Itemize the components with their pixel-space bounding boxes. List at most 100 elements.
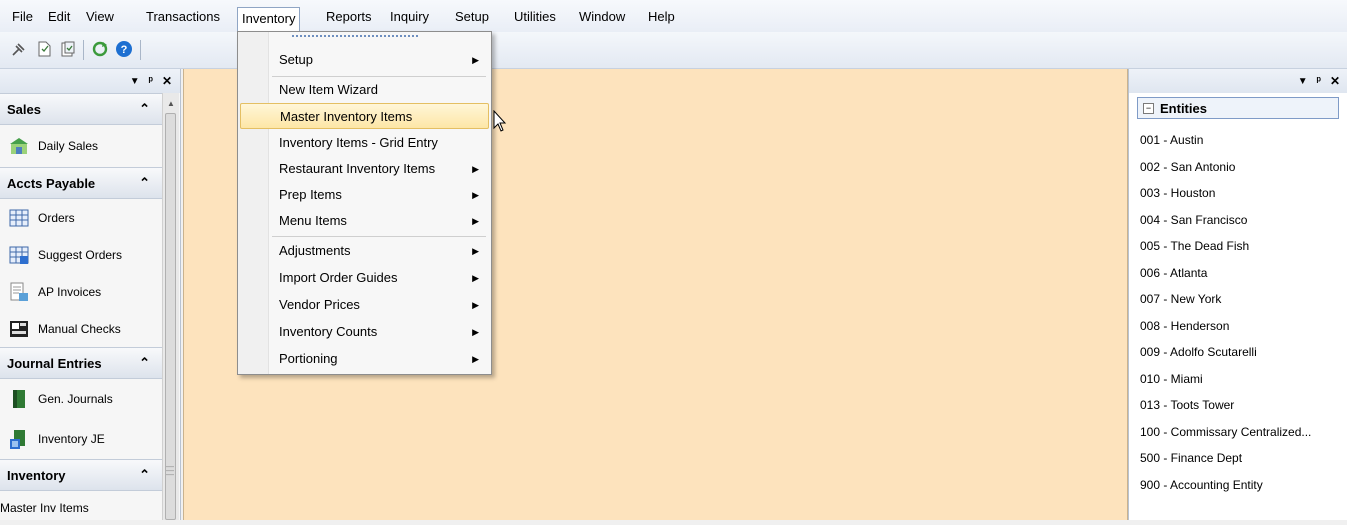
group-accts-payable-title: Accts Payable: [7, 175, 96, 191]
panel-close-icon[interactable]: ✕: [1330, 74, 1340, 88]
group-sales-title: Sales: [7, 101, 41, 117]
navigation-scrollbar[interactable]: ▲ — — —: [162, 93, 179, 520]
menu-item-new-item-wizard[interactable]: New Item Wizard: [240, 77, 489, 103]
menu-item-master-inventory-items[interactable]: Master Inventory Items: [240, 103, 489, 129]
entities-list: 001 - Austin 002 - San Antonio 003 - Hou…: [1140, 127, 1346, 498]
menu-item-inventory-counts[interactable]: Inventory Counts ▶: [240, 319, 489, 345]
panel-close-icon[interactable]: ✕: [162, 74, 172, 88]
menu-help[interactable]: Help: [644, 8, 679, 26]
nav-item-label: Daily Sales: [38, 139, 99, 153]
entity-row[interactable]: 005 - The Dead Fish: [1140, 233, 1346, 260]
menu-inventory[interactable]: Inventory: [237, 7, 301, 32]
entities-panel: ▼ ᵖ ✕ − Entities 001 - Austin 002 - San …: [1128, 69, 1347, 520]
menu-item-prep-items[interactable]: Prep Items ▶: [240, 182, 489, 208]
entity-row[interactable]: 006 - Atlanta: [1140, 260, 1346, 287]
nav-item-label: Gen. Journals: [38, 392, 113, 406]
menu-item-menu-items[interactable]: Menu Items ▶: [240, 208, 489, 234]
nav-item-orders[interactable]: Orders: [0, 199, 162, 236]
shop-icon: [10, 138, 28, 154]
collapse-chevron-icon[interactable]: ⌃: [139, 175, 150, 191]
menu-item-label: New Item Wizard: [279, 82, 378, 97]
entity-row[interactable]: 013 - Toots Tower: [1140, 392, 1346, 419]
entity-row[interactable]: 900 - Accounting Entity: [1140, 472, 1346, 499]
entity-row[interactable]: 003 - Houston: [1140, 180, 1346, 207]
entity-row[interactable]: 002 - San Antonio: [1140, 154, 1346, 181]
group-inventory-title: Inventory: [7, 467, 66, 483]
entity-row[interactable]: 008 - Henderson: [1140, 313, 1346, 340]
menu-view[interactable]: View: [82, 8, 118, 26]
menu-item-label: Portioning: [279, 351, 338, 366]
group-inventory[interactable]: Inventory ⌃: [0, 459, 162, 491]
nav-item-gen-journals[interactable]: Gen. Journals: [0, 379, 162, 419]
nav-item-suggest-orders[interactable]: Suggest Orders: [0, 236, 162, 273]
menu-item-adjustments[interactable]: Adjustments ▶: [240, 238, 489, 264]
menu-item-inventory-items-grid-entry[interactable]: Inventory Items - Grid Entry: [240, 130, 489, 156]
group-journal-entries[interactable]: Journal Entries ⌃: [0, 347, 162, 379]
group-accts-payable[interactable]: Accts Payable ⌃: [0, 167, 162, 199]
invoice-icon: [10, 282, 28, 301]
nav-item-label: Suggest Orders: [38, 247, 123, 262]
journal-icon: [13, 390, 25, 408]
submenu-arrow-icon: ▶: [472, 164, 479, 174]
panel-pin-icon[interactable]: ᵖ: [1317, 75, 1321, 87]
collapse-chevron-icon[interactable]: ⌃: [139, 101, 150, 117]
menu-item-label: Vendor Prices: [279, 297, 360, 312]
menu-reports[interactable]: Reports: [322, 8, 376, 26]
new-document-icon[interactable]: [34, 38, 54, 60]
refresh-icon[interactable]: [90, 38, 110, 60]
entity-row[interactable]: 100 - Commissary Centralized...: [1140, 419, 1346, 446]
menu-item-import-order-guides[interactable]: Import Order Guides ▶: [240, 265, 489, 291]
entity-row[interactable]: 500 - Finance Dept: [1140, 445, 1346, 472]
menu-item-label: Inventory Items - Grid Entry: [279, 135, 438, 150]
toolbar: ?: [0, 32, 1347, 69]
entities-header[interactable]: − Entities: [1137, 97, 1339, 119]
nav-item-inventory-je[interactable]: Inventory JE: [0, 419, 162, 459]
nav-item-ap-invoices[interactable]: AP Invoices: [0, 273, 162, 310]
scroll-up-icon[interactable]: ▲: [167, 99, 175, 108]
collapse-minus-icon[interactable]: −: [1143, 102, 1154, 114]
nav-item-daily-sales[interactable]: Daily Sales: [0, 125, 162, 167]
entity-row[interactable]: 010 - Miami: [1140, 366, 1346, 393]
nav-item-label: Manual Checks: [38, 321, 121, 336]
menu-item-label: Prep Items: [279, 187, 342, 202]
entity-row[interactable]: 009 - Adolfo Scutarelli: [1140, 339, 1346, 366]
nav-item-manual-checks[interactable]: Manual Checks: [0, 310, 162, 347]
collapse-chevron-icon[interactable]: ⌃: [139, 355, 150, 371]
menu-file[interactable]: File: [8, 8, 37, 26]
nav-item-label: Master Inv Items: [0, 501, 89, 515]
menu-item-label: Setup: [279, 52, 313, 67]
menu-item-restaurant-inventory-items[interactable]: Restaurant Inventory Items ▶: [240, 156, 489, 182]
submenu-arrow-icon: ▶: [472, 327, 479, 337]
submenu-arrow-icon: ▶: [472, 216, 479, 226]
menu-transactions[interactable]: Transactions: [142, 8, 224, 26]
scrollbar-thumb[interactable]: [165, 113, 176, 520]
submenu-arrow-icon: ▶: [472, 190, 479, 200]
menu-tear-off-handle[interactable]: [292, 35, 418, 40]
navigation-list: Sales ⌃ Daily Sales Accts Payable ⌃ Orde…: [0, 93, 162, 525]
help-icon[interactable]: ?: [114, 38, 134, 60]
panel-pin-icon[interactable]: ᵖ: [149, 75, 153, 87]
collapse-chevron-icon[interactable]: ⌃: [139, 467, 150, 483]
menu-setup[interactable]: Setup: [451, 8, 493, 26]
entity-row[interactable]: 007 - New York: [1140, 286, 1346, 313]
nav-item-label: AP Invoices: [38, 284, 102, 299]
panel-dropdown-icon[interactable]: ▼: [130, 76, 140, 87]
submenu-arrow-icon: ▶: [472, 273, 479, 283]
menu-item-portioning[interactable]: Portioning ▶: [240, 346, 489, 372]
menu-window[interactable]: Window: [575, 8, 629, 26]
menu-item-vendor-prices[interactable]: Vendor Prices ▶: [240, 292, 489, 318]
check-icon: [10, 320, 28, 337]
entity-row[interactable]: 004 - San Francisco: [1140, 207, 1346, 234]
menu-inquiry[interactable]: Inquiry: [386, 8, 433, 26]
grid-icon: [9, 209, 29, 226]
menu-edit[interactable]: Edit: [44, 8, 74, 26]
entity-row[interactable]: 001 - Austin: [1140, 127, 1346, 154]
copy-document-icon[interactable]: [58, 38, 78, 60]
panel-dropdown-icon[interactable]: ▼: [1298, 76, 1308, 87]
menu-utilities[interactable]: Utilities: [510, 8, 560, 26]
submenu-arrow-icon: ▶: [472, 300, 479, 310]
menu-item-label: Restaurant Inventory Items: [279, 161, 436, 176]
pin-tool-icon[interactable]: [9, 38, 29, 60]
group-sales[interactable]: Sales ⌃: [0, 93, 162, 125]
menu-item-setup[interactable]: Setup ▶: [240, 47, 489, 73]
